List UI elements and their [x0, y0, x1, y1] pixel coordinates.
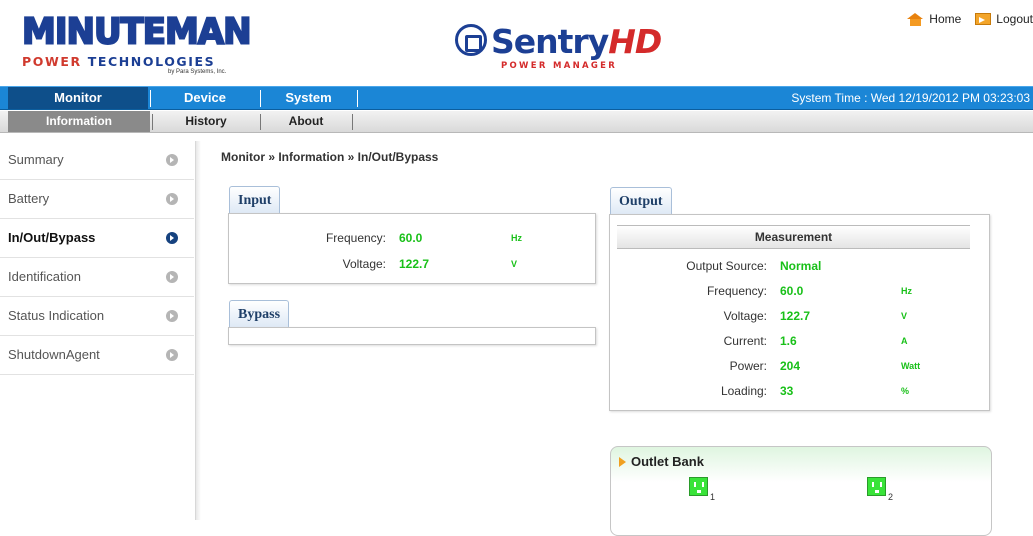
output-loading-unit: % — [901, 386, 910, 396]
sentryhd-logo: SentryHD POWER MANAGER — [455, 22, 662, 74]
tab-output: Output — [610, 187, 672, 215]
output-frequency-value: 60.0 — [780, 284, 804, 298]
output-frequency-label: Frequency: — [706, 284, 767, 298]
outlet-1-icon[interactable] — [689, 477, 708, 496]
bypass-panel — [228, 327, 596, 345]
sidebar-item-label: Identification — [8, 269, 81, 284]
arrow-right-icon — [166, 310, 178, 322]
input-frequency-unit: Hz — [511, 233, 522, 243]
sidebar-item-label: Status Indication — [8, 308, 105, 323]
sidebar-item-label: Battery — [8, 191, 50, 206]
output-voltage-value: 122.7 — [780, 309, 811, 323]
breadcrumb: Monitor » Information » In/Out/Bypass — [221, 150, 439, 164]
output-source-value: Normal — [780, 259, 822, 273]
input-voltage-unit: V — [511, 259, 518, 269]
sidebar-item-summary[interactable]: Summary — [0, 141, 194, 180]
input-frequency-label: Frequency: — [325, 231, 386, 245]
output-loading-label: Loading: — [720, 384, 767, 398]
outlet-2-number: 2 — [888, 492, 894, 502]
home-link[interactable]: Home — [907, 12, 961, 26]
output-source-label: Output Source: — [686, 259, 767, 273]
input-voltage-label: Voltage: — [342, 257, 386, 271]
output-power-value: 204 — [780, 359, 801, 373]
input-voltage-value: 122.7 — [399, 257, 430, 271]
logout-label: Logout — [996, 12, 1033, 26]
sidebar-item-label: In/Out/Bypass — [8, 230, 96, 245]
sidebar-item-in-out-bypass[interactable]: In/Out/Bypass — [0, 219, 194, 258]
nav-system[interactable]: System — [260, 87, 357, 109]
sidebar-item-label: ShutdownAgent — [8, 347, 100, 362]
sidebar-item-label: Summary — [8, 152, 64, 167]
tab-bypass: Bypass — [229, 300, 290, 328]
input-frequency-value: 60.0 — [399, 231, 423, 245]
output-current-label: Current: — [723, 334, 767, 348]
output-voltage-unit: V — [901, 311, 908, 321]
output-power-unit: Watt — [901, 361, 921, 371]
output-power-label: Power: — [729, 359, 767, 373]
system-time: System Time : Wed 12/19/2012 PM 03:23:03 — [791, 91, 1030, 105]
arrow-right-icon — [166, 232, 178, 244]
outlet-2-icon[interactable] — [867, 477, 886, 496]
output-current-value: 1.6 — [780, 334, 797, 348]
sub-nav: Information History About — [0, 111, 1033, 133]
logout-icon — [975, 13, 992, 25]
triangle-right-icon — [619, 457, 626, 467]
home-label: Home — [929, 12, 962, 26]
subnav-information[interactable]: Information — [8, 111, 150, 132]
output-frequency-unit: Hz — [901, 286, 912, 296]
output-panel: Measurement Output Source: Normal Freque… — [609, 214, 990, 411]
input-panel: Frequency: 60.0 Hz Voltage: 122.7 V — [228, 213, 596, 284]
arrow-right-icon — [166, 271, 178, 283]
output-voltage-label: Voltage: — [723, 309, 767, 323]
sidebar-item-identification[interactable]: Identification — [0, 258, 194, 297]
sidebar-item-status-indication[interactable]: Status Indication — [0, 297, 194, 336]
output-loading-value: 33 — [780, 384, 794, 398]
subnav-about[interactable]: About — [260, 111, 352, 132]
subnav-history[interactable]: History — [152, 111, 260, 132]
arrow-right-icon — [166, 193, 178, 205]
plug-icon — [455, 24, 487, 56]
outlet-bank-title: Outlet Bank — [631, 454, 704, 469]
sidebar-item-battery[interactable]: Battery — [0, 180, 194, 219]
home-icon — [907, 12, 924, 26]
outlet-bank-panel: Outlet Bank 1 2 — [610, 446, 992, 536]
logout-link[interactable]: Logout — [975, 12, 1033, 26]
minuteman-logo: MINUTEMAN POWER TECHNOLOGIES by Para Sys… — [21, 10, 253, 75]
nav-separator — [357, 90, 358, 107]
nav-monitor[interactable]: Monitor — [8, 87, 148, 109]
tab-input: Input — [229, 186, 281, 214]
output-current-unit: A — [901, 336, 908, 346]
arrow-right-icon — [166, 154, 178, 166]
sidebar-item-shutdown-agent[interactable]: ShutdownAgent — [0, 336, 194, 375]
measurement-header: Measurement — [617, 225, 970, 249]
main-nav: Monitor Device System System Time : Wed … — [0, 86, 1033, 110]
subnav-separator — [352, 114, 353, 130]
arrow-right-icon — [166, 349, 178, 361]
header: MINUTEMAN POWER TECHNOLOGIES by Para Sys… — [0, 0, 1033, 86]
outlet-1-number: 1 — [710, 492, 716, 502]
sidebar: Summary Battery In/Out/Bypass Identifica… — [0, 141, 201, 520]
nav-device[interactable]: Device — [150, 87, 260, 109]
